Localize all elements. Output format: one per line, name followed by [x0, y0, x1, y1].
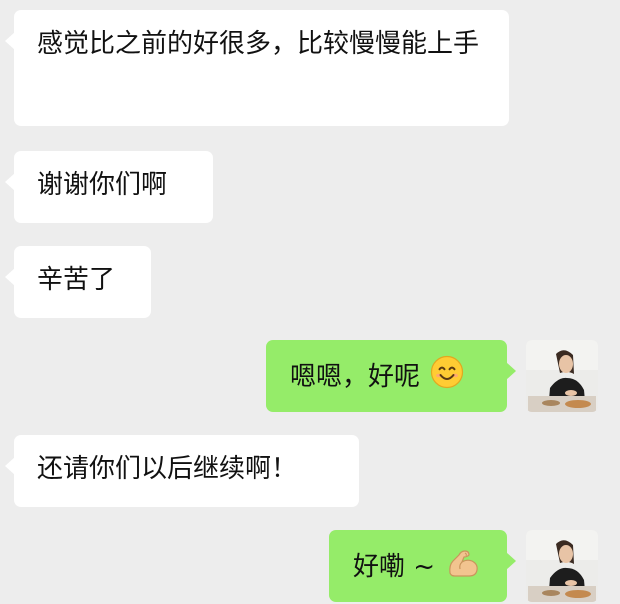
- incoming-message-bubble[interactable]: 还请你们以后继续啊！: [5, 435, 359, 507]
- outgoing-message-bubble[interactable]: 嗯嗯，好呢: [266, 340, 516, 412]
- chat-conversation: 感觉比之前的好很多，比较慢慢能上手 谢谢你们啊 辛苦了 嗯嗯，好呢 还请你们以后…: [0, 0, 620, 604]
- flexed-biceps-icon: [445, 545, 481, 590]
- user-avatar[interactable]: [526, 530, 598, 602]
- smiling-face-icon: [430, 355, 464, 400]
- message-text: 辛苦了: [37, 265, 116, 295]
- incoming-message-bubble[interactable]: 感觉比之前的好很多，比较慢慢能上手: [5, 10, 509, 126]
- message-text: 感觉比之前的好很多，比较慢慢能上手: [37, 29, 480, 59]
- incoming-message-bubble[interactable]: 辛苦了: [5, 246, 151, 318]
- user-avatar[interactable]: [526, 340, 598, 412]
- message-text: 谢谢你们啊: [37, 170, 168, 200]
- outgoing-message-bubble[interactable]: 好嘞 ~: [329, 530, 516, 602]
- incoming-message-bubble[interactable]: 谢谢你们啊: [5, 151, 213, 223]
- message-text: 嗯嗯，好呢: [290, 362, 421, 392]
- message-text: 还请你们以后继续啊！: [37, 454, 298, 484]
- message-text: 好嘞 ~: [353, 552, 436, 582]
